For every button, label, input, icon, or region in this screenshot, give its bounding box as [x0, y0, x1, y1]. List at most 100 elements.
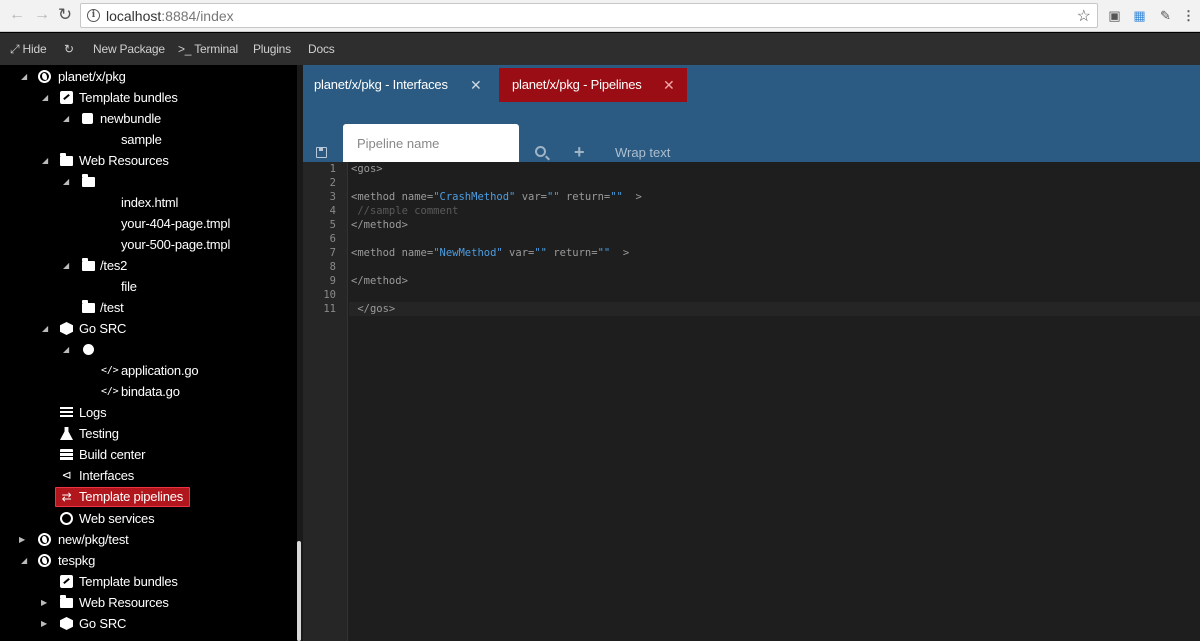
server-icon: [60, 449, 73, 461]
address-bar[interactable]: i localhost:8884/index ☆: [80, 3, 1098, 28]
bookmark-star-icon[interactable]: ☆: [1077, 6, 1091, 26]
caret-down-icon[interactable]: ◢: [20, 550, 28, 571]
tree-item-build-center[interactable]: Build center: [0, 444, 297, 465]
hide-button[interactable]: ⤢ Hide: [10, 42, 47, 57]
caret-right-icon[interactable]: ▶: [18, 529, 26, 550]
tree-item-index-html[interactable]: index.html: [0, 192, 297, 213]
caret-right-icon[interactable]: ▶: [40, 592, 48, 613]
code-token: <gos>: [351, 163, 383, 175]
caret-down-icon[interactable]: ◢: [62, 171, 70, 192]
caret-down-icon[interactable]: ◢: [20, 66, 28, 87]
edit-extension-icon[interactable]: ✎: [1157, 7, 1174, 24]
tree-item-label: planet/x/pkg: [58, 69, 126, 84]
back-arrow-icon[interactable]: ←: [8, 6, 26, 24]
tree-item-interfaces[interactable]: ⊲ Interfaces: [0, 465, 297, 486]
hide-label: Hide: [22, 42, 47, 56]
caret-right-icon[interactable]: ▶: [40, 613, 48, 634]
tree-item-go-package[interactable]: ◢: [0, 339, 297, 360]
tree-item-testing[interactable]: Testing: [0, 423, 297, 444]
new-package-button[interactable]: New Package: [93, 42, 165, 56]
tree-item-label: sample: [121, 132, 162, 147]
refresh-button[interactable]: ↻: [64, 42, 74, 56]
tree-item-label: bindata.go: [121, 384, 180, 399]
tree-item-template-pipelines[interactable]: ⇄ Template pipelines: [55, 487, 190, 507]
folder-icon: [82, 258, 95, 271]
tab-pipelines[interactable]: planet/x/pkg - Pipelines ✕: [499, 68, 687, 102]
tree-item-label: /test: [100, 300, 124, 315]
line-number: 11: [323, 303, 336, 315]
tree-item-new-pkg-test[interactable]: ▶ new/pkg/test: [0, 529, 297, 550]
cube-icon: [60, 322, 73, 335]
tree-item-tes2[interactable]: ◢ /tes2: [0, 255, 297, 276]
sidebar-scroll-thumb[interactable]: [297, 541, 301, 641]
caret-down-icon[interactable]: ◢: [41, 318, 49, 339]
code-token: return=: [559, 191, 611, 203]
refresh-icon: ↻: [64, 42, 74, 56]
bundle-icon: [82, 113, 93, 124]
save-icon[interactable]: [316, 147, 327, 158]
code-token: <method name=: [351, 247, 434, 259]
share-icon: ⊲: [61, 468, 72, 482]
tree-item-label: file: [121, 279, 137, 294]
caret-down-icon[interactable]: ◢: [41, 87, 49, 108]
compress-icon: ⤢: [10, 42, 20, 56]
editor-toolbar: + Wrap text: [303, 102, 1200, 162]
tree-item-404-page[interactable]: your-404-page.tmpl: [0, 213, 297, 234]
caret-down-icon[interactable]: ◢: [62, 339, 70, 360]
tree-item-logs[interactable]: Logs: [0, 402, 297, 423]
plus-icon[interactable]: +: [574, 142, 585, 163]
plugins-button[interactable]: Plugins: [253, 42, 291, 56]
info-icon[interactable]: i: [87, 9, 100, 22]
tree-item-root-folder[interactable]: ◢: [0, 171, 297, 192]
tree-item-web-resources[interactable]: ◢ Web Resources: [0, 150, 297, 171]
tree-item-file[interactable]: file: [0, 276, 297, 297]
wrap-text-toggle[interactable]: Wrap text: [615, 145, 670, 160]
tree-item-sample[interactable]: sample: [0, 129, 297, 150]
tree-item-web-services[interactable]: Web services: [0, 508, 297, 529]
code-token: </method>: [351, 275, 408, 287]
caret-down-icon[interactable]: ◢: [62, 108, 70, 129]
pipeline-name-input[interactable]: [343, 124, 519, 162]
reload-icon[interactable]: ↻: [56, 6, 74, 24]
globe-icon: [38, 533, 51, 546]
extension-icon[interactable]: ▦: [1131, 7, 1148, 24]
docs-button[interactable]: Docs: [308, 42, 335, 56]
tree-item-label: index.html: [121, 195, 179, 210]
search-icon[interactable]: [535, 146, 546, 157]
code-token: "": [610, 191, 623, 203]
code-line-3: <method name="CrashMethod" var="" return…: [351, 190, 642, 204]
tree-item-web-resources-2[interactable]: ▶ Web Resources: [0, 592, 297, 613]
code-token: </gos>: [351, 303, 396, 315]
tree-item-application-go[interactable]: </> application.go: [0, 360, 297, 381]
tree-item-test[interactable]: /test: [0, 297, 297, 318]
flask-icon: [60, 427, 73, 440]
tree-item-label: Template pipelines: [79, 489, 184, 504]
caret-down-icon[interactable]: ◢: [41, 150, 49, 171]
code-token: </method>: [351, 219, 408, 231]
tree-item-500-page[interactable]: your-500-page.tmpl: [0, 234, 297, 255]
code-token: return=: [547, 247, 598, 259]
menu-dots-icon[interactable]: ⋮: [1180, 7, 1197, 24]
app-toolbar: ⤢ Hide ↻ New Package >_ Terminal Plugins…: [0, 33, 1200, 65]
close-icon[interactable]: ✕: [470, 68, 482, 102]
caret-down-icon[interactable]: ◢: [62, 255, 70, 276]
tree-item-planet-x-pkg[interactable]: ◢ planet/x/pkg: [0, 66, 297, 87]
forward-arrow-icon[interactable]: →: [33, 6, 51, 24]
cast-icon[interactable]: ▣: [1106, 7, 1123, 24]
tree-item-go-src-2[interactable]: ▶ Go SRC: [0, 613, 297, 634]
code-token: "": [597, 247, 611, 259]
tree-item-bindata-go[interactable]: </> bindata.go: [0, 381, 297, 402]
tree-item-label: Web Resources: [79, 595, 169, 610]
code-token: "": [546, 191, 560, 203]
tree-item-newbundle[interactable]: ◢ newbundle: [0, 108, 297, 129]
tree-item-label: your-500-page.tmpl: [121, 237, 231, 252]
tab-interfaces[interactable]: planet/x/pkg - Interfaces ✕: [303, 68, 498, 102]
tree-item-tespkg[interactable]: ◢ tespkg: [0, 550, 297, 571]
tree-item-template-bundles-2[interactable]: Template bundles: [0, 571, 297, 592]
tree-item-label: Template bundles: [79, 574, 178, 589]
tree-item-go-src[interactable]: ◢ Go SRC: [0, 318, 297, 339]
tree-item-template-bundles[interactable]: ◢ Template bundles: [0, 87, 297, 108]
terminal-button[interactable]: >_ Terminal: [178, 42, 238, 56]
code-editor[interactable]: 1 2 3 4 5 6 7 8 9 10 11 <gos> <method na…: [303, 162, 1200, 641]
close-icon[interactable]: ✕: [663, 68, 675, 102]
